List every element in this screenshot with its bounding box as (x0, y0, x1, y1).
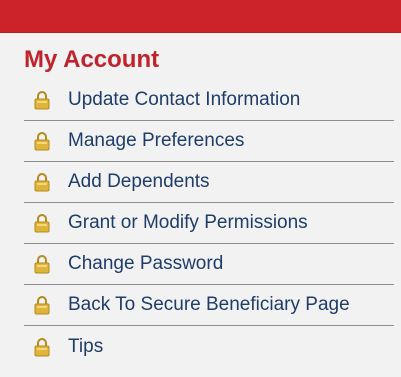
menu-item-label[interactable]: Grant or Modify Permissions (68, 213, 308, 233)
menu-item-manage-preferences[interactable]: Manage Preferences (24, 121, 394, 162)
menu-item-label[interactable]: Tips (68, 336, 103, 357)
menu-item-label[interactable]: Update Contact Information (68, 90, 300, 110)
menu-item-tips[interactable]: Tips (24, 326, 394, 367)
lock-icon (34, 214, 50, 233)
menu-item-label[interactable]: Change Password (68, 254, 223, 274)
menu-item-grant-or-modify-permissions[interactable]: Grant or Modify Permissions (24, 203, 394, 244)
panel-title: My Account (24, 46, 160, 73)
lock-icon (34, 91, 50, 110)
menu-item-label[interactable]: Back To Secure Beneficiary Page (68, 295, 350, 315)
menu-item-update-contact-information[interactable]: Update Contact Information (24, 80, 394, 121)
lock-icon (34, 255, 50, 274)
lock-icon (34, 337, 50, 356)
lock-icon (34, 173, 50, 192)
lock-icon (34, 296, 50, 315)
menu-item-add-dependents[interactable]: Add Dependents (24, 162, 394, 203)
account-menu: Update Contact Information Manage Prefer… (24, 80, 394, 367)
menu-item-label[interactable]: Manage Preferences (68, 131, 244, 151)
lock-icon (34, 132, 50, 151)
menu-item-label[interactable]: Add Dependents (68, 172, 210, 192)
menu-item-change-password[interactable]: Change Password (24, 244, 394, 285)
menu-item-back-to-secure-beneficiary-page[interactable]: Back To Secure Beneficiary Page (24, 285, 394, 326)
top-banner (0, 0, 401, 33)
